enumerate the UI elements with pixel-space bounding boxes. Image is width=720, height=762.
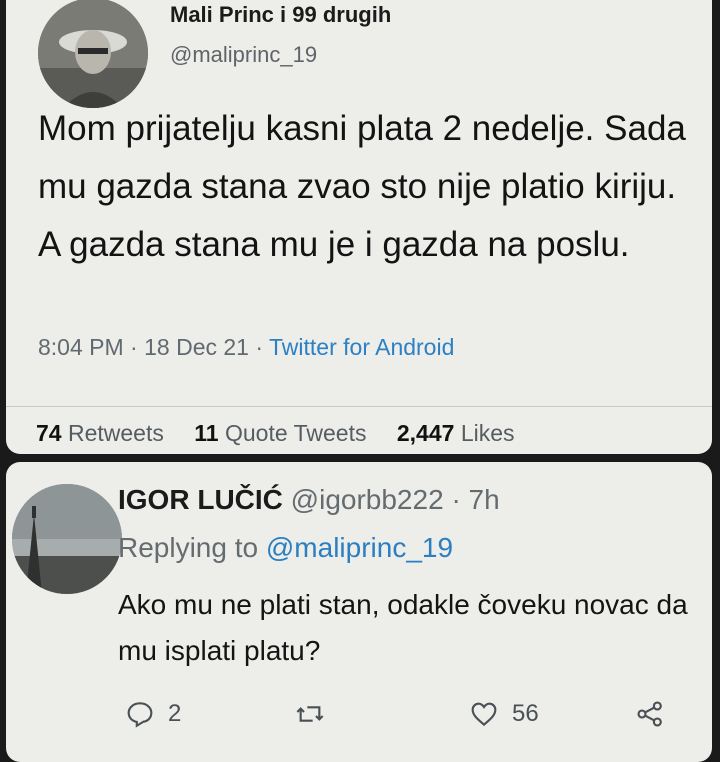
reply-count: 2 <box>168 700 182 727</box>
avatar-image <box>38 0 148 108</box>
reply-button[interactable]: 2 <box>124 698 181 730</box>
quotes-count: 11 <box>194 420 219 446</box>
retweets-count: 74 <box>36 420 62 446</box>
retweet-icon <box>296 706 324 722</box>
tweet-source-link[interactable]: Twitter for Android <box>269 334 454 360</box>
like-icon <box>471 702 497 727</box>
retweets-label: Retweets <box>67 420 164 446</box>
replying-mention-link[interactable]: @maliprinc_19 <box>266 532 453 563</box>
author-name[interactable]: Mali Princ i 99 drugih <box>170 2 391 28</box>
header-separator: · <box>451 484 461 515</box>
main-tweet-card: Mali Princ i 99 drugih @maliprinc_19 Mom… <box>6 0 712 454</box>
replying-to: Replying to @maliprinc_19 <box>118 532 453 564</box>
tweet-meta: 8:04 PM · 18 Dec 21 · Twitter for Androi… <box>38 334 454 361</box>
reply-author-name[interactable]: IGOR LUČIĆ <box>118 484 283 515</box>
reply-avatar-image <box>12 484 122 594</box>
divider <box>6 406 712 407</box>
reply-actions: 2 56 <box>118 698 698 734</box>
avatar[interactable] <box>38 0 148 108</box>
quote-tweets-stat[interactable]: 11 Quote Tweets <box>194 420 373 446</box>
tweet-date[interactable]: 18 Dec 21 <box>144 334 249 360</box>
reply-tweet-card[interactable]: IGOR LUČIĆ @igorbb222 · 7h Replying to @… <box>6 462 712 762</box>
reply-icon <box>127 702 153 728</box>
retweets-stat[interactable]: 74 Retweets <box>36 420 170 446</box>
likes-label: Likes <box>460 420 515 446</box>
likes-stat[interactable]: 2,447 Likes <box>397 420 515 446</box>
share-button[interactable] <box>634 698 666 730</box>
replying-prefix: Replying to <box>118 532 259 563</box>
reply-avatar[interactable] <box>12 484 122 594</box>
meta-separator: · <box>255 334 264 360</box>
quotes-label: Quote Tweets <box>224 420 367 446</box>
tweet-stats: 74 Retweets 11 Quote Tweets 2,447 Likes <box>36 420 539 447</box>
reply-age[interactable]: 7h <box>469 484 500 515</box>
meta-separator: · <box>130 334 138 360</box>
like-button[interactable]: 56 <box>468 698 539 730</box>
likes-count: 2,447 <box>396 420 455 446</box>
like-count: 56 <box>512 700 539 727</box>
reply-text: Ako mu ne plati stan, odakle čoveku nova… <box>118 589 688 666</box>
share-icon <box>637 701 662 727</box>
tweet-time[interactable]: 8:04 PM <box>38 334 124 360</box>
tweet-text: Mom prijatelju kasni plata 2 nedelje. Sa… <box>38 109 686 264</box>
reply-header: IGOR LUČIĆ @igorbb222 · 7h <box>118 484 500 516</box>
retweet-button[interactable] <box>294 698 326 730</box>
reply-author-handle[interactable]: @igorbb222 <box>291 484 444 515</box>
author-handle[interactable]: @maliprinc_19 <box>170 42 317 68</box>
